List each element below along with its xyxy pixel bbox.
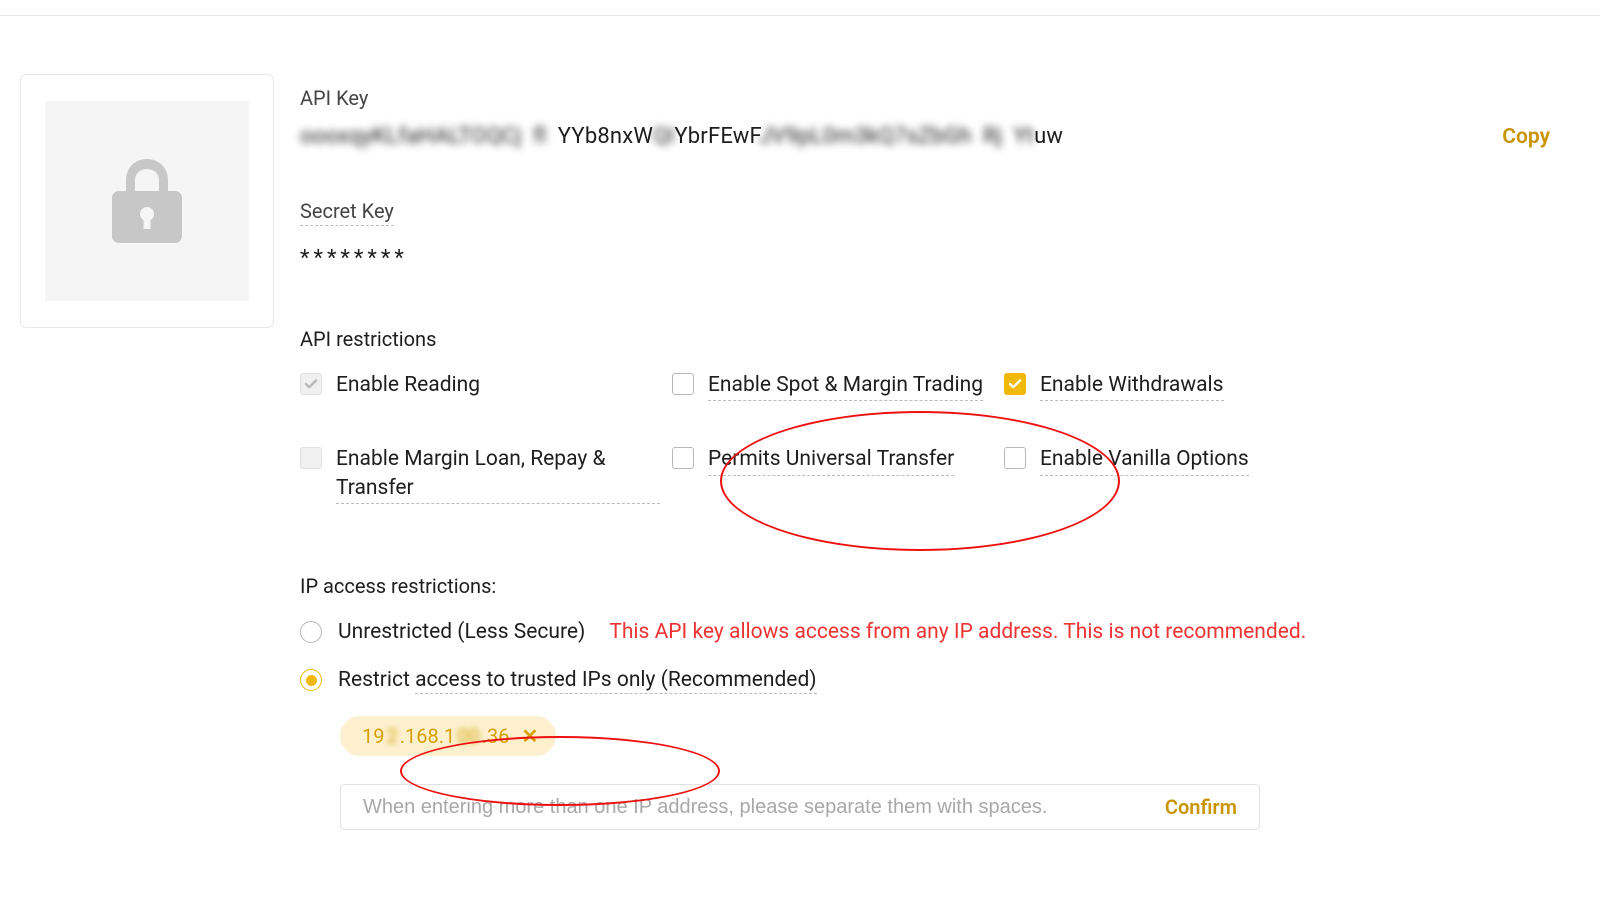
checkbox-label: Enable Reading: [336, 371, 480, 399]
checkbox-box: [1004, 373, 1026, 395]
ip-restrictions-label: IP access restrictions:: [300, 574, 1550, 598]
copy-button[interactable]: Copy: [1502, 125, 1550, 149]
confirm-button[interactable]: Confirm: [1165, 795, 1237, 819]
checkbox-label: Enable Spot & Margin Trading: [708, 371, 983, 401]
checkbox-enable-margin-loan[interactable]: Enable Margin Loan, Repay & Transfer: [300, 445, 660, 504]
radio-unrestricted[interactable]: Unrestricted (Less Secure) This API key …: [300, 620, 1550, 644]
trusted-ip-chip: 192.168.100.36 ✕: [340, 716, 556, 756]
checkbox-label: Enable Withdrawals: [1040, 371, 1224, 401]
api-key-icon-bg: [45, 101, 249, 301]
radio-circle: [300, 621, 322, 643]
ip-chip-text: 192.168.100.36: [362, 724, 510, 748]
checkbox-vanilla-options[interactable]: Enable Vanilla Options: [1004, 445, 1324, 504]
ip-unrestricted-warning: This API key allows access from any IP a…: [609, 620, 1306, 644]
api-key-label: API Key: [300, 86, 1550, 110]
checkbox-box: [672, 373, 694, 395]
api-key-icon-card: [20, 74, 274, 328]
radio-circle: [300, 669, 322, 691]
ip-input-row: Confirm: [340, 784, 1260, 830]
radio-label: Unrestricted (Less Secure): [338, 620, 585, 644]
checkbox-box: [300, 373, 322, 395]
secret-key-label: Secret Key: [300, 199, 394, 226]
checkbox-box: [300, 447, 322, 469]
lock-icon: [112, 159, 182, 243]
radio-restrict-trusted[interactable]: Restrict access to trusted IPs only (Rec…: [300, 668, 1550, 692]
secret-key-value: ********: [300, 246, 1550, 271]
checkbox-enable-reading[interactable]: Enable Reading: [300, 371, 660, 401]
checkbox-box: [672, 447, 694, 469]
checkbox-label: Permits Universal Transfer: [708, 445, 954, 475]
checkbox-box: [1004, 447, 1026, 469]
checkbox-enable-spot-margin[interactable]: Enable Spot & Margin Trading: [672, 371, 992, 401]
remove-ip-icon[interactable]: ✕: [522, 724, 539, 748]
api-key-value: oooxqyKLfaHALTOQCj fl YYb8nxWQIYbrFEwFJV…: [300, 124, 1462, 149]
checkbox-universal-transfer[interactable]: Permits Universal Transfer: [672, 445, 992, 504]
api-restrictions-label: API restrictions: [300, 327, 1550, 351]
checkbox-enable-withdrawals[interactable]: Enable Withdrawals: [1004, 371, 1324, 401]
ip-address-input[interactable]: [363, 796, 1145, 819]
radio-label: Restrict access to trusted IPs only (Rec…: [338, 668, 817, 692]
checkbox-label: Enable Vanilla Options: [1040, 445, 1249, 475]
checkbox-label: Enable Margin Loan, Repay & Transfer: [336, 445, 660, 504]
